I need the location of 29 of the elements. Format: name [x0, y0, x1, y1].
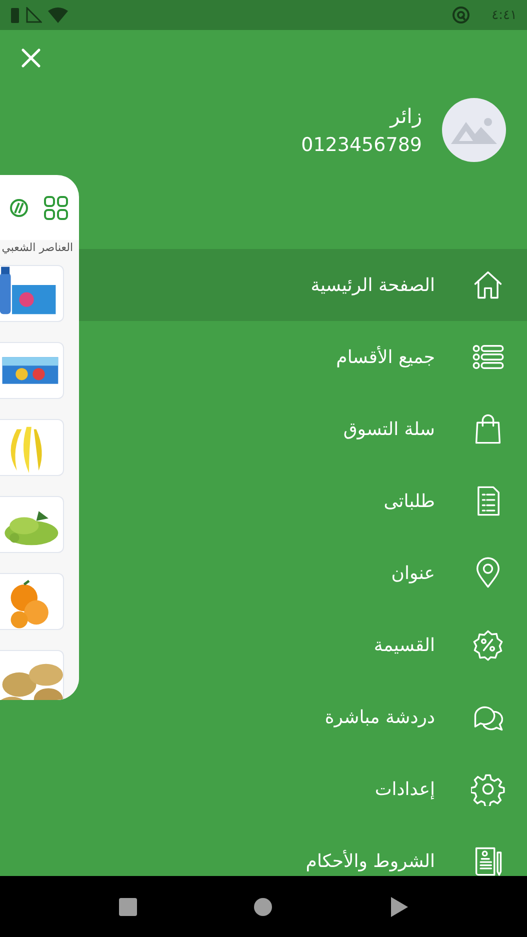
- product-card[interactable]: [0, 496, 64, 553]
- grid-icon[interactable]: [43, 194, 69, 220]
- product-card[interactable]: [0, 265, 64, 322]
- menu-item[interactable]: إعدادات: [79, 753, 527, 825]
- signal-icon: [26, 7, 42, 23]
- user-phone: 0123456789: [301, 134, 422, 156]
- menu-item[interactable]: الصفحة الرئيسية: [79, 249, 527, 321]
- user-name: زائر: [390, 104, 422, 128]
- section-title: العناصر الشعبي: [0, 240, 79, 254]
- settings-icon: [471, 772, 505, 806]
- menu-item[interactable]: الشروط والأحكام: [79, 825, 527, 876]
- product-card[interactable]: [0, 573, 64, 630]
- status-time: ٤:٤١: [492, 8, 517, 22]
- wifi-icon: [48, 7, 68, 23]
- menu-item[interactable]: القسيمة: [79, 609, 527, 681]
- menu-item[interactable]: سلة التسوق: [79, 393, 527, 465]
- battery-icon: [10, 7, 20, 23]
- menu-item[interactable]: دردشة مباشرة: [79, 681, 527, 753]
- menu-item[interactable]: طلباتى: [79, 465, 527, 537]
- product-card[interactable]: [0, 650, 64, 700]
- avatar-placeholder-icon: [442, 98, 506, 162]
- alert-icon: [452, 6, 470, 24]
- discount-badge-icon: [471, 628, 505, 662]
- back-button[interactable]: [389, 896, 410, 918]
- product-card[interactable]: [0, 342, 64, 399]
- home-button[interactable]: [253, 896, 274, 916]
- menu-item[interactable]: جميع الأقسام: [79, 321, 527, 393]
- menu-item[interactable]: عنوان: [79, 537, 527, 609]
- recents-button[interactable]: [118, 896, 138, 916]
